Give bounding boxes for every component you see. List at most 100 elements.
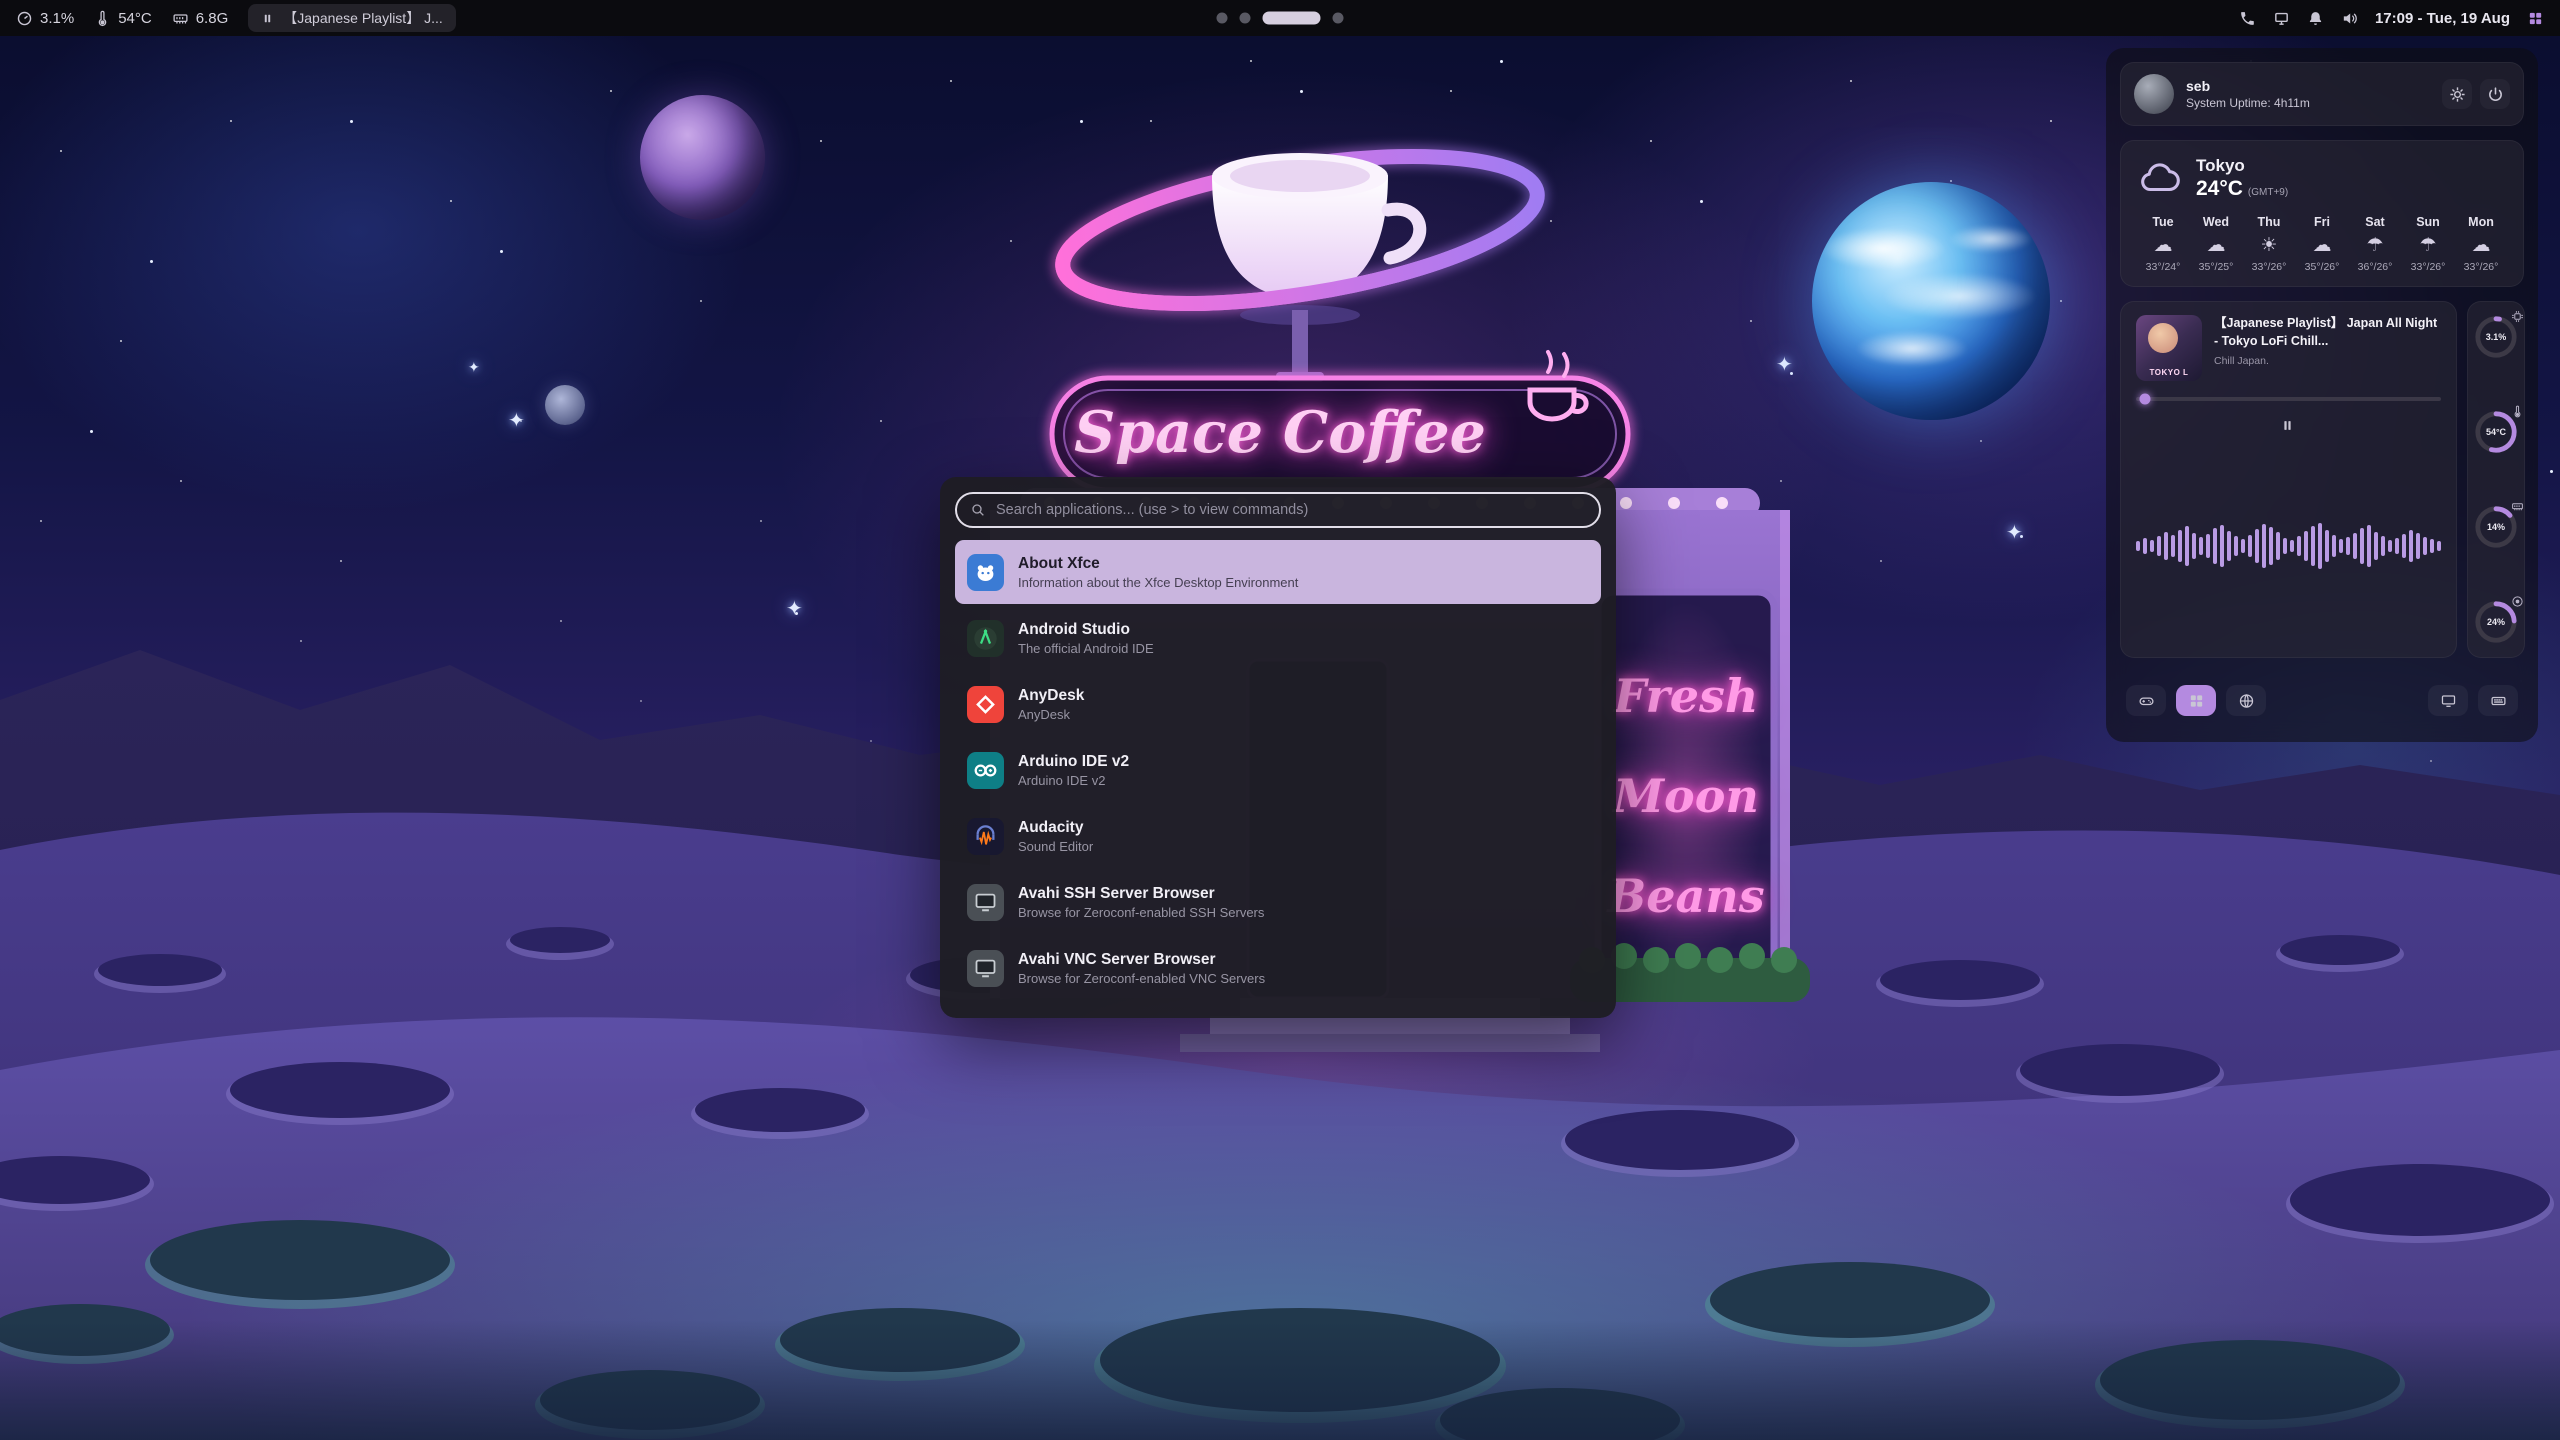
forecast-row: Tue ☁ 33°/24° Wed ☁ 35°/25° Thu ☀ 33°/26… — [2137, 215, 2507, 273]
cloud-icon — [2137, 155, 2183, 201]
window-neon-line-2: Moon — [1611, 769, 1759, 823]
waveform-bar — [2150, 540, 2154, 552]
pause-button[interactable] — [2274, 411, 2304, 441]
app-name: Android Studio — [1018, 620, 1154, 639]
app-list-item[interactable]: Avahi VNC Server Browser Browse for Zero… — [955, 936, 1601, 1000]
app-icon — [967, 752, 1004, 789]
search-input[interactable] — [996, 502, 1586, 518]
app-list-item[interactable]: Audacity Sound Editor — [955, 804, 1601, 868]
music-progress-thumb[interactable] — [2140, 394, 2151, 405]
app-list-item[interactable]: Android Studio The official Android IDE — [955, 606, 1601, 670]
forecast-day: Sat ☂ 36°/26° — [2349, 215, 2401, 273]
forecast-day-name: Sat — [2365, 215, 2384, 229]
waveform-bar — [2430, 539, 2434, 553]
app-name: AnyDesk — [1018, 686, 1084, 705]
launcher-search — [955, 492, 1601, 528]
waveform-bar — [2248, 535, 2252, 557]
temperature-stat: 54°C — [94, 10, 152, 27]
app-list-item[interactable]: About Xfce Information about the Xfce De… — [955, 540, 1601, 604]
app-icon — [967, 554, 1004, 591]
forecast-weather-icon: ☂ — [2419, 236, 2436, 255]
waveform-bar — [2255, 529, 2259, 563]
dock-left-group — [2126, 685, 2266, 716]
system-gauges: 3.1% 54°C 14% 24% — [2467, 301, 2525, 658]
forecast-weather-icon: ☁ — [2313, 236, 2332, 255]
forecast-day: Thu ☀ 33°/26° — [2243, 215, 2295, 273]
waveform-bar — [2276, 532, 2280, 560]
weather-temp: 24°C — [2196, 177, 2243, 201]
forecast-weather-icon: ☁ — [2207, 236, 2226, 255]
app-icon — [967, 950, 1004, 987]
audio-waveform — [2136, 447, 2441, 644]
app-description: AnyDesk — [1018, 707, 1084, 722]
waveform-bar — [2332, 535, 2336, 557]
panel-dock — [2120, 672, 2524, 728]
music-progress-slider[interactable] — [2136, 397, 2441, 401]
waveform-bar — [2178, 530, 2182, 562]
app-description: Browse for Zeroconf-enabled VNC Servers — [1018, 971, 1265, 986]
waveform-bar — [2318, 523, 2322, 569]
dock-button-keyboard[interactable] — [2478, 685, 2518, 716]
window-neon-line-3: Beans — [1605, 869, 1764, 923]
workspace-dot-1[interactable] — [1217, 13, 1228, 24]
network-icon[interactable] — [2273, 10, 2290, 27]
dock-button-icon — [2188, 692, 2205, 709]
dock-button-globe[interactable] — [2226, 685, 2266, 716]
forecast-temps: 33°/24° — [2146, 261, 2181, 273]
waveform-bar — [2213, 528, 2217, 564]
waveform-bar — [2416, 533, 2420, 559]
track-title: 【Japanese Playlist】 Japan All Night - To… — [2214, 315, 2441, 350]
app-list-item[interactable]: Avahi SSH Server Browser Browse for Zero… — [955, 870, 1601, 934]
window-neon-line-1: Fresh — [1612, 669, 1759, 723]
app-description: Information about the Xfce Desktop Envir… — [1018, 575, 1298, 590]
power-button[interactable] — [2480, 79, 2510, 109]
waveform-bar — [2304, 531, 2308, 561]
forecast-day: Sun ☂ 33°/26° — [2402, 215, 2454, 273]
forecast-day-name: Tue — [2152, 215, 2173, 229]
app-list-item[interactable]: Arduino IDE v2 Arduino IDE v2 — [955, 738, 1601, 802]
power-icon — [2487, 86, 2504, 103]
dock-button-display[interactable] — [2428, 685, 2468, 716]
pause-icon — [261, 12, 274, 25]
forecast-temps: 33°/26° — [2411, 261, 2446, 273]
system-stats: 3.1% 54°C 6.8G 【Japanese Playlist】 J... — [16, 4, 456, 32]
waveform-bar — [2283, 538, 2287, 554]
star-sparkle — [786, 596, 803, 620]
clock[interactable]: 17:09 - Tue, 19 Aug — [2375, 10, 2510, 27]
speaker-icon[interactable] — [2341, 10, 2358, 27]
waveform-bar — [2325, 530, 2329, 562]
app-list-item[interactable]: AnyDesk AnyDesk — [955, 672, 1601, 736]
gauge-icon — [2511, 310, 2524, 323]
forecast-temps: 35°/25° — [2199, 261, 2234, 273]
app-description: Sound Editor — [1018, 839, 1093, 854]
waveform-bar — [2388, 540, 2392, 552]
dock-button-grid[interactable] — [2176, 685, 2216, 716]
waveform-bar — [2234, 536, 2238, 556]
gear-icon — [2449, 86, 2466, 103]
app-grid-icon[interactable] — [2527, 10, 2544, 27]
forecast-day: Wed ☁ 35°/25° — [2190, 215, 2242, 273]
phone-icon[interactable] — [2239, 10, 2256, 27]
search-icon — [970, 502, 986, 518]
app-description: Browse for Zeroconf-enabled SSH Servers — [1018, 905, 1264, 920]
waveform-bar — [2423, 537, 2427, 555]
forecast-day-name: Wed — [2203, 215, 2229, 229]
dock-button-icon — [2138, 692, 2155, 709]
forecast-weather-icon: ☁ — [2154, 236, 2173, 255]
forecast-day-name: Fri — [2314, 215, 2330, 229]
cpu-meter-icon — [16, 10, 33, 27]
profile-card: seb System Uptime: 4h11m — [2120, 62, 2524, 126]
app-icon — [967, 818, 1004, 855]
waveform-bar — [2409, 530, 2413, 562]
dock-right-group — [2428, 685, 2518, 716]
waveform-bar — [2220, 525, 2224, 567]
dock-button-gamepad[interactable] — [2126, 685, 2166, 716]
waveform-bar — [2164, 532, 2168, 560]
settings-button[interactable] — [2442, 79, 2472, 109]
workspace-dot-3[interactable] — [1263, 12, 1321, 25]
now-playing-chip[interactable]: 【Japanese Playlist】 J... — [248, 4, 456, 32]
workspace-dot-4[interactable] — [1333, 13, 1344, 24]
bell-icon[interactable] — [2307, 10, 2324, 27]
workspace-dot-2[interactable] — [1240, 13, 1251, 24]
app-description: Arduino IDE v2 — [1018, 773, 1129, 788]
